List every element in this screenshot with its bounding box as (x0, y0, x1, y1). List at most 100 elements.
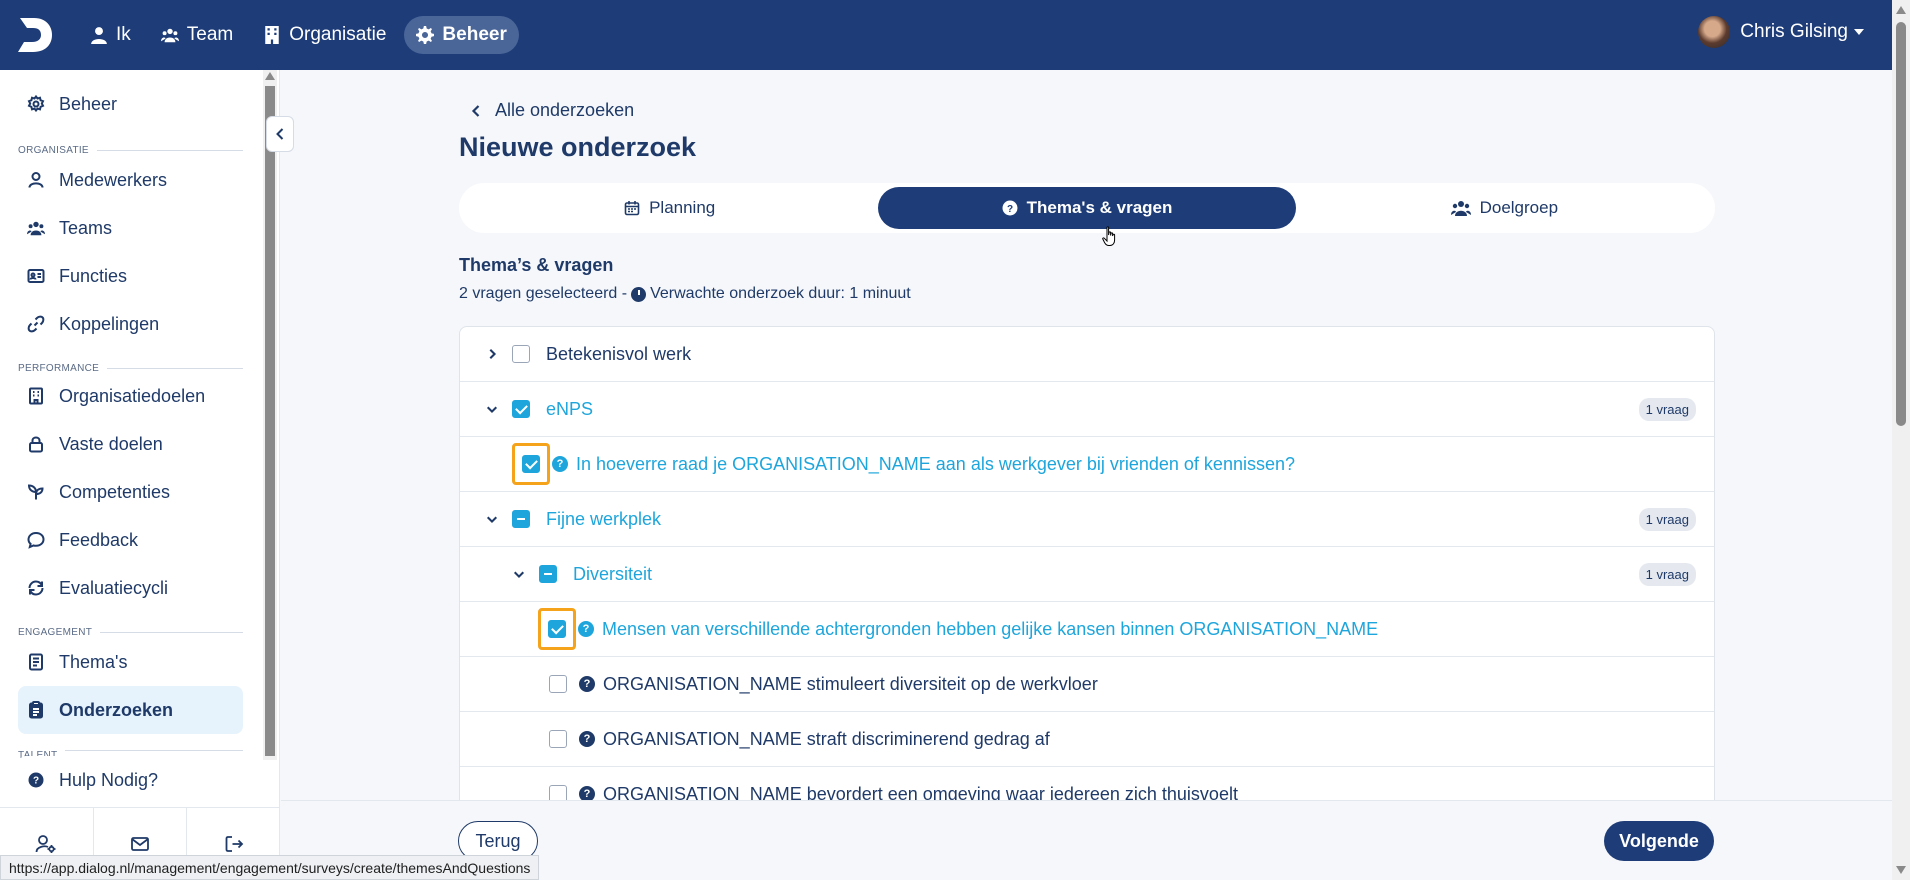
sidebar-item-label: Feedback (59, 529, 139, 550)
sidebar-item-label: Teams (59, 217, 113, 238)
chat-bubble-icon (27, 531, 45, 549)
top-navigation-bar: Ik Team Organisatie Beheer Chris Gilsing (0, 0, 1892, 70)
document-icon (29, 653, 43, 671)
tab-label: Doelgroep (1479, 198, 1559, 217)
question-row: ? Mensen van verschillende achtergronden… (460, 602, 1714, 657)
theme-row: Betekenisvol werk (460, 327, 1714, 382)
question-label: ORGANISATION_NAME straft discriminerend … (603, 728, 1050, 749)
help-button[interactable]: ? Hulp Nodig? (18, 756, 243, 804)
sidebar-item-label: Koppelingen (59, 313, 160, 334)
nav-team[interactable]: Team (149, 16, 245, 54)
scroll-up-arrow-icon[interactable] (1896, 6, 1906, 14)
sidebar-item-label: Onderzoeken (59, 699, 174, 720)
question-checkbox[interactable] (549, 675, 567, 693)
gear-icon (416, 26, 435, 44)
next-button[interactable]: Volgende (1604, 821, 1714, 861)
question-icon: ? (552, 456, 568, 472)
sidebar-item-beheer[interactable]: Beheer (18, 80, 243, 128)
tab-label: Planning (649, 198, 716, 217)
help-label: Hulp Nodig? (59, 769, 159, 790)
sidebar-item-koppelingen[interactable]: Koppelingen (18, 300, 243, 348)
theme-row: Fijne werkplek 1 vraag (460, 492, 1714, 547)
sidebar-item-label: Organisatiedoelen (59, 385, 206, 406)
question-checkbox[interactable] (522, 455, 540, 473)
id-card-icon (27, 269, 45, 283)
calendar-icon (624, 201, 640, 216)
sidebar-item-competenties[interactable]: Competenties (18, 468, 243, 516)
sidebar-item-label: Medewerkers (59, 169, 168, 190)
question-checkbox[interactable] (548, 620, 566, 638)
theme-row: eNPS 1 vraag (460, 382, 1714, 437)
section-label: ENGAGEMENT (18, 627, 93, 638)
question-label: ORGANISATION_NAME stimuleert diversiteit… (603, 673, 1098, 694)
theme-label: Betekenisvol werk (546, 343, 692, 364)
selection-summary: 2 vragen geselecteerd - Verwachte onderz… (459, 285, 911, 303)
question-label: Mensen van verschillende achtergronden h… (602, 618, 1379, 639)
subtheme-checkbox[interactable] (539, 565, 557, 583)
question-row: ? ORGANISATION_NAME stimuleert diversite… (460, 657, 1714, 712)
user-menu[interactable]: Chris Gilsing (1698, 16, 1864, 48)
question-count-badge: 1 vraag (1638, 562, 1696, 586)
back-to-surveys-link[interactable]: Alle onderzoeken (471, 100, 634, 121)
sidebar-item-functies[interactable]: Functies (18, 252, 243, 300)
section-engagement: ENGAGEMENT (18, 627, 243, 638)
sidebar-scrollbar[interactable] (263, 70, 277, 760)
subtheme-row: Diversiteit 1 vraag (460, 547, 1714, 602)
svg-text:?: ? (1007, 204, 1013, 215)
tab-themas-vragen[interactable]: ? Thema's & vragen (878, 187, 1296, 229)
question-icon: ? (579, 676, 595, 692)
tab-planning[interactable]: Planning (461, 187, 878, 229)
scroll-up-arrow-icon[interactable] (265, 72, 275, 80)
theme-checkbox[interactable] (512, 400, 530, 418)
user-icon (28, 172, 44, 188)
checkbox-highlight (512, 443, 550, 485)
refresh-icon (28, 580, 44, 596)
theme-checkbox[interactable] (512, 510, 530, 528)
sidebar-item-feedback[interactable]: Feedback (18, 516, 243, 564)
sidebar-item-onderzoeken[interactable]: Onderzoeken (18, 686, 243, 734)
sidebar-item-themas[interactable]: Thema's (18, 638, 243, 686)
theme-label: eNPS (546, 398, 594, 419)
clipboard-icon (29, 701, 43, 719)
lock-icon (29, 436, 43, 453)
question-circle-icon: ? (1002, 200, 1018, 216)
question-icon: ? (579, 731, 595, 747)
chevron-down-icon[interactable] (486, 403, 498, 415)
themes-questions-list: Betekenisvol werk eNPS 1 vraag ? In hoev… (459, 326, 1715, 810)
scroll-thumb[interactable] (265, 86, 275, 756)
users-icon (160, 28, 179, 43)
question-label: In hoeverre raad je ORGANISATION_NAME aa… (576, 453, 1295, 474)
sidebar-item-medewerkers[interactable]: Medewerkers (18, 156, 243, 204)
user-name: Chris Gilsing (1740, 21, 1848, 42)
nav-ik[interactable]: Ik (78, 16, 143, 54)
chevron-right-icon[interactable] (486, 348, 498, 360)
nav-organisatie-label: Organisatie (289, 24, 387, 45)
question-checkbox[interactable] (549, 730, 567, 748)
sidebar-item-label: Vaste doelen (59, 433, 163, 454)
sidebar-item-label: Beheer (59, 93, 118, 114)
scroll-down-arrow-icon[interactable] (1896, 866, 1906, 874)
question-count-badge: 1 vraag (1638, 507, 1696, 531)
sidebar: Beheer ORGANISATIE Medewerkers Teams Fun… (0, 70, 280, 880)
chevron-down-icon[interactable] (486, 513, 498, 525)
sidebar-item-organisatiedoelen[interactable]: Organisatiedoelen (18, 372, 243, 420)
scroll-thumb[interactable] (1896, 22, 1906, 426)
sidebar-item-teams[interactable]: Teams (18, 204, 243, 252)
nav-beheer[interactable]: Beheer (404, 16, 519, 54)
theme-checkbox[interactable] (512, 345, 530, 363)
question-circle-icon: ? (28, 772, 44, 788)
sidebar-item-vaste-doelen[interactable]: Vaste doelen (18, 420, 243, 468)
nav-organisatie[interactable]: Organisatie (251, 16, 398, 54)
main-nav: Ik Team Organisatie Beheer (78, 16, 519, 54)
checkbox-highlight (538, 608, 576, 650)
gear-icon (27, 95, 45, 113)
dialog-logo[interactable] (16, 14, 54, 56)
chevron-down-icon[interactable] (513, 568, 525, 580)
sidebar-item-evaluatiecycli[interactable]: Evaluatiecycli (18, 564, 243, 612)
tab-doelgroep[interactable]: Doelgroep (1296, 187, 1713, 229)
envelope-icon (131, 837, 149, 851)
user-icon (91, 27, 107, 44)
page-scrollbar[interactable] (1892, 0, 1910, 880)
nav-team-label: Team (186, 24, 234, 45)
browser-status-url: https://app.dialog.nl/management/engagem… (0, 855, 540, 880)
